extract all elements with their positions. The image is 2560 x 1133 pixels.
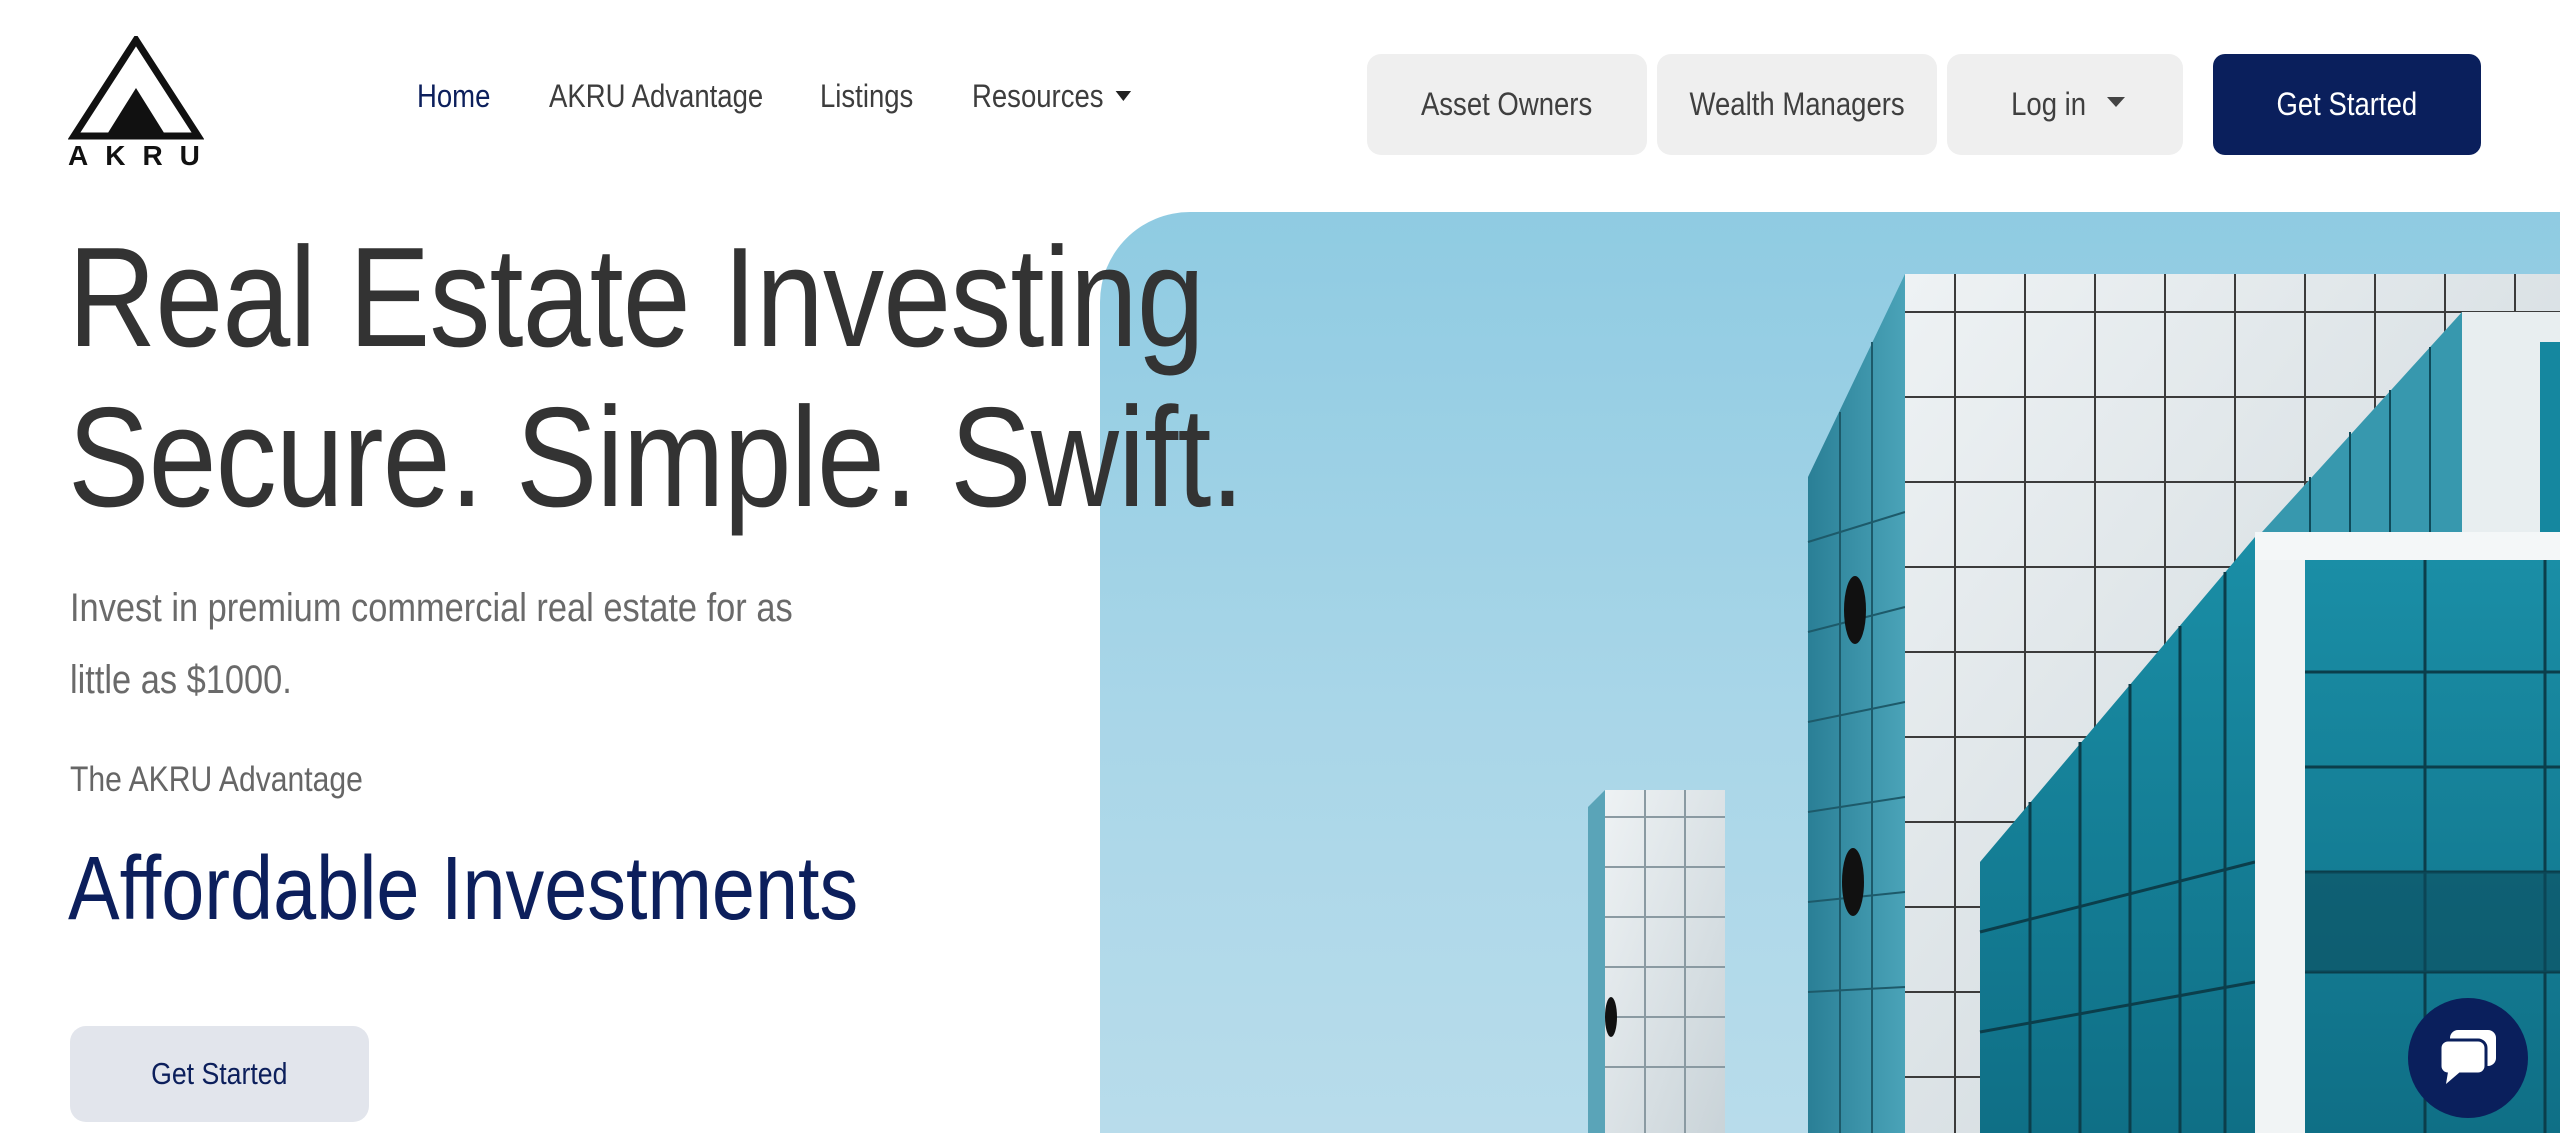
asset-owners-label: Asset Owners: [1421, 86, 1593, 122]
akru-triangle-logo-icon: [68, 36, 204, 140]
caret-down-icon: [1115, 90, 1132, 101]
nav-resources[interactable]: Resources: [972, 78, 1132, 115]
hero-title-line-2: Secure. Simple. Swift.: [68, 378, 1244, 537]
nav-listings[interactable]: Listings: [820, 78, 913, 115]
chat-button[interactable]: [2408, 998, 2528, 1118]
logo-wordmark: AKRU: [68, 140, 217, 171]
nav-resources-label: Resources: [972, 78, 1104, 114]
header-get-started-button[interactable]: Get Started: [2213, 54, 2481, 155]
site-header: AKRU Home AKRU Advantage Listings Resour…: [0, 0, 2560, 210]
hero-title-line-1: Real Estate Investing: [68, 218, 1205, 377]
hero-subtitle: Invest in premium commercial real estate…: [70, 572, 793, 716]
hero-building-image: [1100, 212, 2560, 1133]
nav-home[interactable]: Home: [417, 78, 490, 115]
nav-akru-advantage[interactable]: AKRU Advantage: [549, 78, 763, 115]
hero-get-started-button[interactable]: Get Started: [70, 1026, 369, 1122]
chat-bubble-icon: [2438, 1030, 2496, 1084]
header-get-started-label: Get Started: [2276, 86, 2418, 122]
hero-subtitle-line-2: little as $1000.: [70, 658, 292, 702]
hero-get-started-label: Get Started: [151, 1056, 288, 1091]
login-label: Log in: [2011, 86, 2087, 122]
hero-title: Real Estate Investing Secure. Simple. Sw…: [68, 218, 1244, 538]
asset-owners-button[interactable]: Asset Owners: [1367, 54, 1647, 155]
wealth-managers-button[interactable]: Wealth Managers: [1657, 54, 1937, 155]
caret-down-icon: [2106, 96, 2125, 107]
akru-logo[interactable]: AKRU: [68, 36, 204, 174]
login-dropdown-button[interactable]: Log in: [1947, 54, 2183, 155]
advantage-title: Affordable Investments: [68, 839, 859, 939]
hero-subtitle-line-1: Invest in premium commercial real estate…: [70, 586, 793, 630]
wealth-managers-label: Wealth Managers: [1689, 86, 1905, 122]
advantage-label: The AKRU Advantage: [70, 760, 363, 799]
